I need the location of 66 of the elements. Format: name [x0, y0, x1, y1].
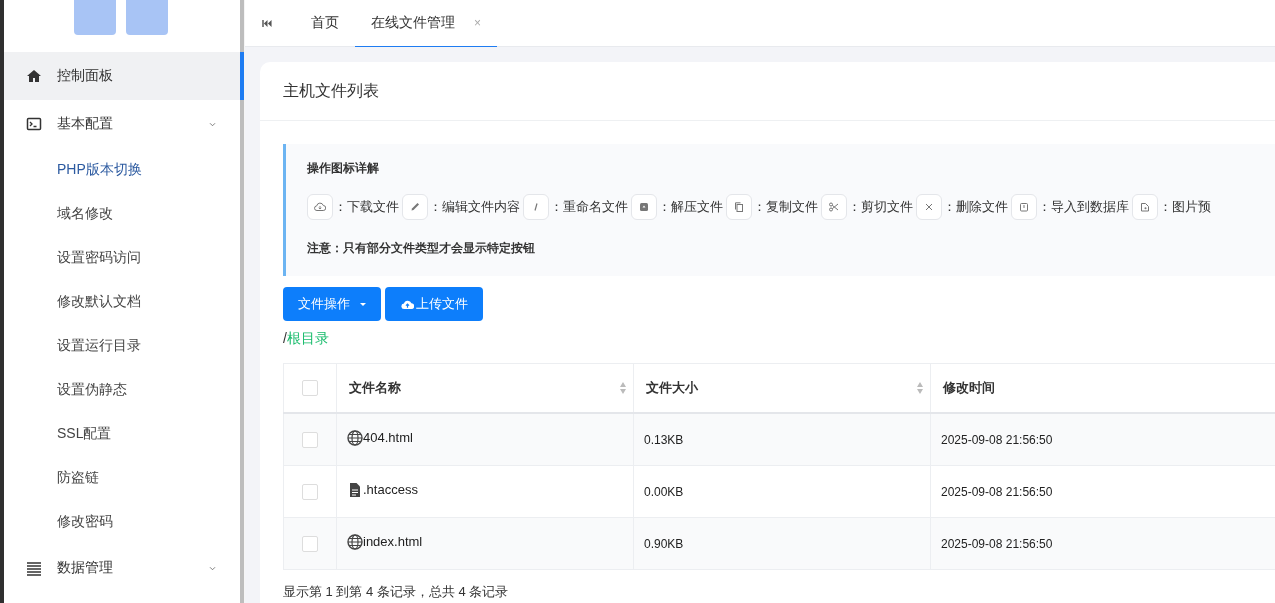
sort-icon — [916, 381, 924, 395]
submenu-item[interactable]: 域名修改 — [4, 192, 240, 236]
row-checkbox[interactable] — [302, 431, 318, 448]
submenu-item[interactable]: 设置运行目录 — [4, 324, 240, 368]
globe-icon — [347, 533, 363, 550]
cut-icon — [821, 194, 847, 220]
edit-icon — [402, 194, 428, 220]
download-icon — [307, 194, 333, 220]
row-checkbox[interactable] — [302, 535, 318, 552]
chevron-icon — [209, 121, 216, 127]
upload-button[interactable]: 上传文件 — [385, 287, 483, 321]
submenu-item[interactable]: 防盗链 — [4, 456, 240, 500]
sort-icon — [619, 381, 627, 395]
table-cell: 2025-09-08 21:56:50 — [930, 517, 1275, 570]
legend-label: ：编辑文件内容 — [429, 198, 520, 216]
legend-label: ：重命名文件 — [550, 198, 628, 216]
extract-icon — [631, 194, 657, 220]
submenu-item[interactable]: SSL配置 — [4, 412, 240, 456]
note-text: 注意：只有部分文件类型才会显示特定按钮 — [307, 240, 536, 257]
home-icon — [26, 68, 42, 84]
pagination-info: 显示第 1 到第 4 条记录，总共 4 条记录 — [283, 584, 510, 599]
submenu-item[interactable]: 修改密码 — [4, 500, 240, 544]
select-all-checkbox[interactable] — [302, 380, 318, 397]
tab[interactable]: 在线文件管理 × — [355, 0, 497, 47]
legend-label: ：解压文件 — [658, 198, 723, 216]
submenu-item[interactable]: PHP版本切换 — [4, 148, 240, 192]
file-name[interactable]: .htaccess — [363, 482, 418, 498]
submenu-item[interactable]: 设置伪静态 — [4, 368, 240, 412]
file-name[interactable]: index.html — [363, 534, 423, 550]
caret-icon — [360, 302, 366, 306]
import-icon — [1011, 194, 1037, 220]
legend-label: ：导入到数据库 — [1038, 198, 1129, 216]
legend-label: ：复制文件 — [753, 198, 818, 216]
path-separator: / — [283, 330, 287, 346]
logo-tile — [74, 0, 116, 35]
sidebar-item[interactable]: 基本配置 — [4, 100, 240, 148]
card-title: 主机文件列表 — [283, 80, 379, 101]
legend-label: ：图片预 — [1159, 198, 1211, 216]
submenu-item[interactable]: 设置密码访问 — [4, 236, 240, 280]
legend-title: 操作图标详解 — [307, 160, 380, 177]
sidebar-item[interactable]: 控制面板 — [4, 52, 240, 100]
legend-label: ：删除文件 — [943, 198, 1008, 216]
table-cell: 0.90KB — [633, 517, 931, 570]
terminal-icon — [26, 116, 42, 132]
image-icon — [1132, 194, 1158, 220]
tab[interactable]: 首页 — [295, 0, 355, 47]
table-cell: 0.00KB — [633, 465, 931, 518]
sidebar-item[interactable]: 数据管理 — [4, 544, 240, 592]
globe-icon — [347, 429, 363, 446]
table-cell: 2025-09-08 21:56:50 — [930, 413, 1275, 466]
logo-tile — [126, 0, 168, 35]
list-icon — [26, 560, 42, 576]
legend-label: ：下载文件 — [334, 198, 399, 216]
row-checkbox[interactable] — [302, 483, 318, 500]
chevron-icon — [209, 565, 216, 571]
cloud-upload-icon — [400, 298, 414, 310]
delete-icon — [916, 194, 942, 220]
first-page-icon[interactable] — [262, 18, 273, 28]
rename-icon — [523, 194, 549, 220]
submenu-item[interactable]: 修改默认文档 — [4, 280, 240, 324]
dropdown-button[interactable]: 文件操作 — [283, 287, 381, 321]
copy-icon — [726, 194, 752, 220]
file-icon — [347, 481, 363, 498]
legend-label: ：剪切文件 — [848, 198, 913, 216]
file-name[interactable]: 404.html — [363, 430, 413, 446]
table-cell: 0.13KB — [633, 413, 931, 466]
